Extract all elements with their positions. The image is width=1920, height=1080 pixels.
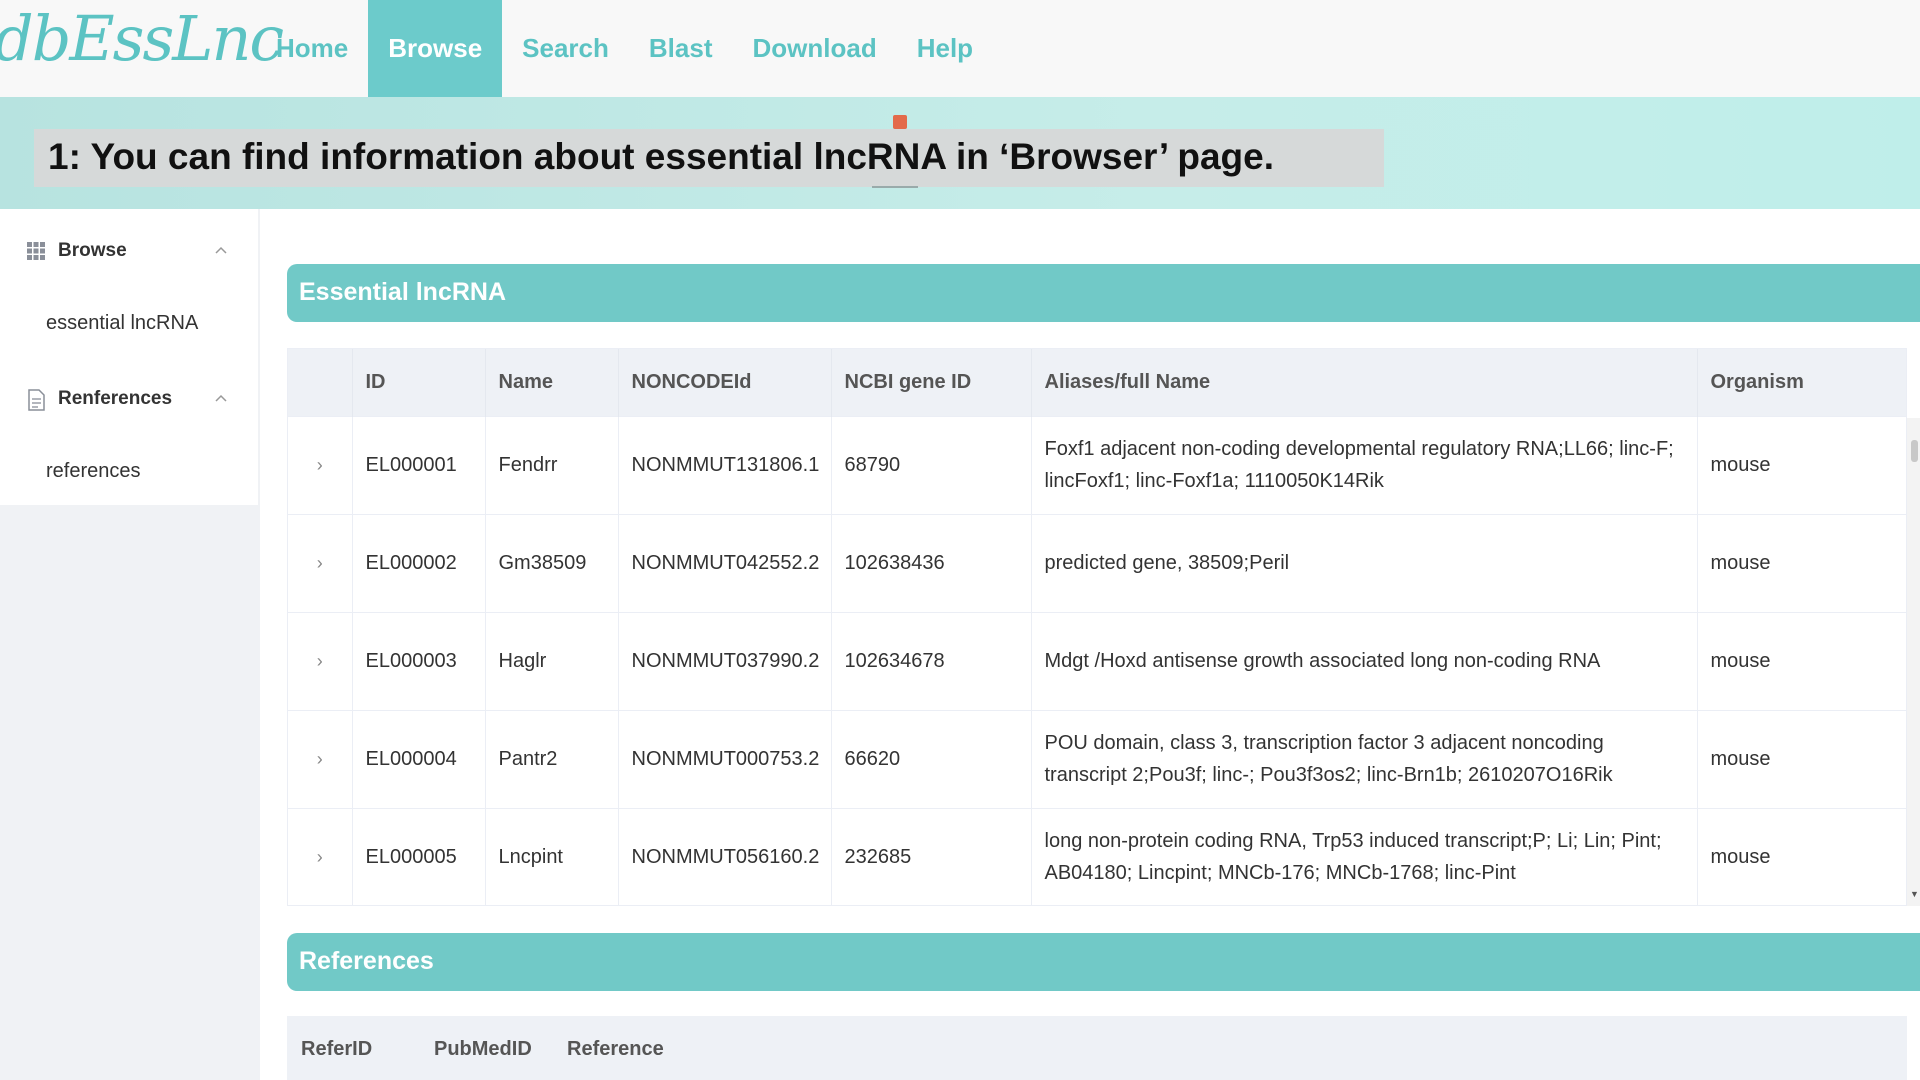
scrollbar-thumb[interactable] (1911, 440, 1918, 462)
cell-ncbi: 68790 (831, 415, 1032, 514)
cell-noncode: NONMMUT037990.2 (618, 611, 832, 710)
chevron-right-icon[interactable]: › (288, 513, 353, 612)
references-section-header: References (287, 933, 1920, 991)
sidebar: Browse essential lncRNA Renferences refe… (0, 209, 260, 1080)
table-row[interactable]: › EL000003 Haglr NONMMUT037990.2 1026346… (288, 611, 1906, 710)
table-row[interactable]: › EL000002 Gm38509 NONMMUT042552.2 10263… (288, 513, 1906, 612)
cell-id: EL000002 (352, 513, 486, 612)
top-header: dbEssLnc Home Browse Search Blast Downlo… (0, 0, 1920, 97)
chevron-right-icon[interactable]: › (288, 709, 353, 808)
cell-id: EL000005 (352, 807, 486, 905)
site-logo[interactable]: dbEssLnc (0, 2, 284, 75)
essential-section-header: Essential lncRNA (287, 264, 1920, 322)
nav-home[interactable]: Home (256, 0, 368, 97)
col-name[interactable]: Name (485, 349, 619, 416)
col-ncbi-gene-id[interactable]: NCBI gene ID (831, 349, 1032, 416)
nav-download[interactable]: Download (732, 0, 896, 97)
chevron-right-icon[interactable]: › (288, 415, 353, 514)
cell-aliases: Mdgt /Hoxd antisense growth associated l… (1031, 611, 1698, 710)
references-section-title: References (299, 947, 434, 975)
cell-organism: mouse (1697, 709, 1906, 808)
essential-section-title: Essential lncRNA (299, 278, 507, 306)
col-aliases[interactable]: Aliases/full Name (1031, 349, 1698, 416)
caption-text: 1: You can find information about essent… (48, 136, 1274, 177)
cell-name: Haglr (485, 611, 619, 710)
sidebar-group-browse-label: Browse (58, 240, 127, 261)
cell-name: Gm38509 (485, 513, 619, 612)
sidebar-item-essential-lncrna[interactable]: essential lncRNA (0, 295, 258, 351)
table-header-row: ID Name NONCODEId NCBI gene ID Aliases/f… (288, 349, 1906, 416)
col-reference[interactable]: Reference (567, 1038, 664, 1061)
sidebar-group-references[interactable]: Renferences (0, 369, 258, 429)
cell-id: EL000001 (352, 415, 486, 514)
sidebar-menu: Browse essential lncRNA Renferences refe… (0, 209, 258, 505)
tutorial-banner: 1: You can find information about essent… (0, 97, 1920, 209)
chevron-right-icon[interactable]: › (288, 611, 353, 710)
cell-aliases: Foxf1 adjacent non-coding developmental … (1031, 415, 1698, 514)
table-row[interactable]: › EL000001 Fendrr NONMMUT131806.1 68790 … (288, 415, 1906, 514)
cell-noncode: NONMMUT131806.1 (618, 415, 832, 514)
cell-ncbi: 102638436 (831, 513, 1032, 612)
document-icon (26, 389, 46, 411)
col-noncodeid[interactable]: NONCODEId (618, 349, 832, 416)
nav-search[interactable]: Search (502, 0, 629, 97)
cell-organism: mouse (1697, 513, 1906, 612)
cell-name: Fendrr (485, 415, 619, 514)
nav-browse[interactable]: Browse (368, 0, 503, 97)
scroll-down-arrow-icon[interactable]: ▼ (1910, 889, 1919, 899)
cell-name: Pantr2 (485, 709, 619, 808)
nav-help[interactable]: Help (897, 0, 993, 97)
grid-icon (26, 241, 46, 261)
chevron-right-icon[interactable]: › (288, 807, 353, 905)
cell-ncbi: 232685 (831, 807, 1032, 905)
cell-ncbi: 66620 (831, 709, 1032, 808)
nav-blast[interactable]: Blast (629, 0, 733, 97)
cell-noncode: NONMMUT042552.2 (618, 513, 832, 612)
chevron-up-icon (214, 390, 228, 408)
chevron-up-icon (214, 242, 228, 260)
main-nav: Home Browse Search Blast Download Help (256, 0, 993, 97)
table-row[interactable]: › EL000005 Lncpint NONMMUT056160.2 23268… (288, 807, 1906, 905)
col-id[interactable]: ID (352, 349, 486, 416)
cell-aliases: predicted gene, 38509;Peril (1031, 513, 1698, 612)
cell-noncode: NONMMUT000753.2 (618, 709, 832, 808)
marker-underline (872, 186, 918, 188)
table-row[interactable]: › EL000004 Pantr2 NONMMUT000753.2 66620 … (288, 709, 1906, 808)
cell-aliases: POU domain, class 3, transcription facto… (1031, 709, 1698, 808)
sidebar-group-references-label: Renferences (58, 388, 173, 409)
col-pubmedid[interactable]: PubMedID (434, 1038, 532, 1061)
cell-organism: mouse (1697, 807, 1906, 905)
table-scrollbar[interactable] (1907, 418, 1920, 906)
col-referid[interactable]: ReferID (301, 1038, 372, 1061)
sidebar-item-references[interactable]: references (0, 443, 258, 499)
sidebar-group-browse[interactable]: Browse (0, 221, 258, 281)
essential-table: ID Name NONCODEId NCBI gene ID Aliases/f… (287, 348, 1907, 906)
cell-ncbi: 102634678 (831, 611, 1032, 710)
cell-name: Lncpint (485, 807, 619, 905)
references-table-header: ReferID PubMedID Reference (287, 1016, 1907, 1080)
cell-organism: mouse (1697, 415, 1906, 514)
col-expand (288, 349, 353, 416)
cell-noncode: NONMMUT056160.2 (618, 807, 832, 905)
col-organism[interactable]: Organism (1697, 349, 1906, 416)
cursor-marker (893, 115, 907, 129)
cell-organism: mouse (1697, 611, 1906, 710)
cell-aliases: long non-protein coding RNA, Trp53 induc… (1031, 807, 1698, 905)
cell-id: EL000004 (352, 709, 486, 808)
cell-id: EL000003 (352, 611, 486, 710)
